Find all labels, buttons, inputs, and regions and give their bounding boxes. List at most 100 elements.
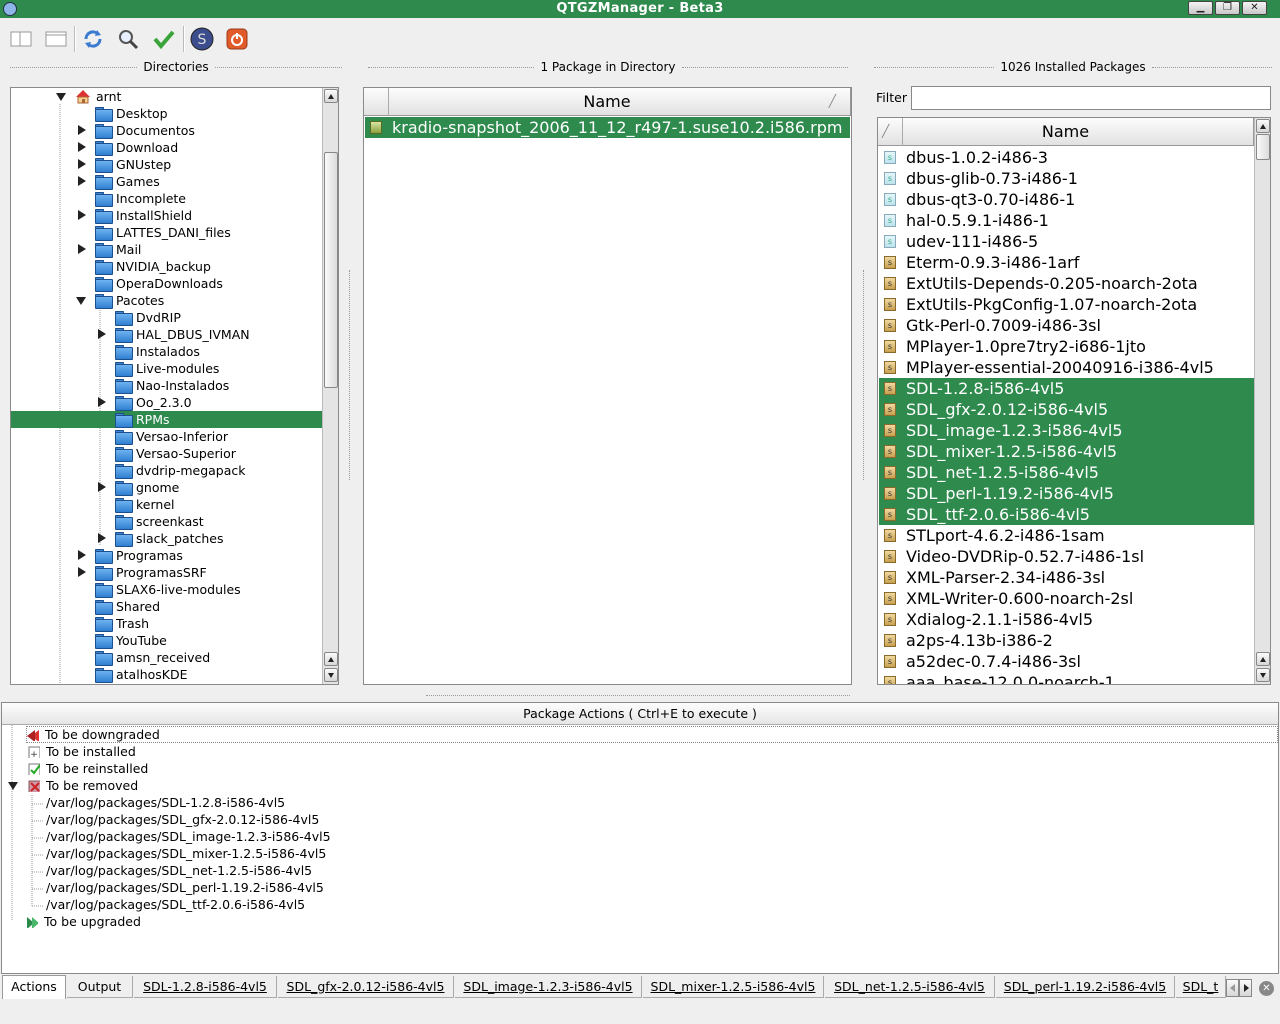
tab-actions[interactable]: Actions	[2, 975, 66, 999]
execute-actions-button[interactable]	[149, 24, 179, 54]
remove-item[interactable]: /var/log/packages/SDL-1.2.8-i586-4vl5	[46, 794, 285, 811]
tab-output[interactable]: Output	[67, 976, 133, 998]
installed-package-row[interactable]: s STLport-4.6.2-i486-1sam	[879, 525, 1254, 546]
splitter-handle-2[interactable]	[863, 270, 864, 480]
tree-item-dvdrip[interactable]: DvdRIP	[11, 309, 323, 326]
tab-package-info[interactable]: SDL_gfx-2.0.12-i586-4vl5	[278, 976, 454, 998]
tree-item-dvdrip-megapack[interactable]: dvdrip-megapack	[11, 462, 323, 479]
tree-item-pacotes[interactable]: Pacotes	[11, 292, 323, 309]
close-button[interactable]: ✕	[1242, 1, 1267, 15]
close-tab-icon[interactable]: ✕	[1259, 981, 1274, 996]
installed-scroll-up-button[interactable]	[1256, 119, 1270, 133]
tree-item-mail[interactable]: Mail	[11, 241, 323, 258]
remove-item[interactable]: /var/log/packages/SDL_mixer-1.2.5-i586-4…	[46, 845, 326, 862]
group-remove[interactable]: To be removed	[8, 777, 138, 794]
maximize-button[interactable]: ❐	[1215, 1, 1240, 15]
collapsed-arrow-icon[interactable]	[78, 176, 86, 186]
installed-package-row[interactable]: s udev-111-i486-5	[879, 231, 1254, 252]
tree-item-programassrf[interactable]: ProgramasSRF	[11, 564, 323, 581]
group-reinstall[interactable]: To be reinstalled	[28, 760, 148, 777]
installed-package-row[interactable]: s Xdialog-2.1.1-i586-4vl5	[879, 609, 1254, 630]
collapsed-arrow-icon[interactable]	[78, 244, 86, 254]
tab-package-info[interactable]: SDL_t	[1176, 976, 1226, 998]
installed-scroll-down-button[interactable]	[1256, 668, 1270, 682]
tree-item-shared[interactable]: Shared	[11, 598, 323, 615]
installed-package-row[interactable]: s MPlayer-essential-20040916-i386-4vl5	[879, 357, 1254, 378]
collapsed-arrow-icon[interactable]	[78, 125, 86, 135]
collapsed-arrow-icon[interactable]	[98, 533, 106, 543]
tree-item-screenkast[interactable]: screenkast	[11, 513, 323, 530]
remove-item[interactable]: /var/log/packages/SDL_image-1.2.3-i586-4…	[46, 828, 331, 845]
group-downgrade[interactable]: To be downgraded	[26, 726, 1278, 743]
tree-item-programas[interactable]: Programas	[11, 547, 323, 564]
installed-package-row[interactable]: s SDL_mixer-1.2.5-i586-4vl5	[879, 441, 1254, 462]
package-actions-panel[interactable]: Package Actions ( Ctrl+E to execute ) To…	[1, 702, 1279, 974]
tree-item-incomplete[interactable]: Incomplete	[11, 190, 323, 207]
tree-item-trash[interactable]: Trash	[11, 615, 323, 632]
directory-packages-list[interactable]: Name ╱ kradio-snapshot_2006_11_12_r497-1…	[363, 87, 852, 685]
tree-item-nao-instalados[interactable]: Nao-Instalados	[11, 377, 323, 394]
installed-package-row[interactable]: s SDL_net-1.2.5-i586-4vl5	[879, 462, 1254, 483]
collapsed-arrow-icon[interactable]	[98, 397, 106, 407]
scroll-up-button-bottom[interactable]	[324, 652, 338, 666]
tree-item-atalhoskde[interactable]: atalhosKDE	[11, 666, 323, 683]
tree-item-rpms[interactable]: RPMs	[11, 411, 323, 428]
installed-package-row[interactable]: s SDL_image-1.2.3-i586-4vl5	[879, 420, 1254, 441]
installed-package-row[interactable]: s Eterm-0.9.3-i486-1arf	[879, 252, 1254, 273]
installed-package-row[interactable]: s SDL_perl-1.19.2-i586-4vl5	[879, 483, 1254, 504]
tree-item-lattes-dani-files[interactable]: LATTES_DANI_files	[11, 224, 323, 241]
tab-package-info[interactable]: SDL_image-1.2.3-i586-4vl5	[455, 976, 642, 998]
open-directory-view-button[interactable]	[6, 24, 36, 54]
installed-package-row[interactable]: s a52dec-0.7.4-i486-3sl	[879, 651, 1254, 672]
installed-package-row[interactable]: s dbus-qt3-0.70-i486-1	[879, 189, 1254, 210]
installed-package-row[interactable]: s ExtUtils-Depends-0.205-noarch-2ota	[879, 273, 1254, 294]
tree-item-operadownloads[interactable]: OperaDownloads	[11, 275, 323, 292]
filter-input[interactable]	[911, 86, 1271, 110]
horizontal-splitter[interactable]	[426, 695, 850, 696]
installed-package-row[interactable]: s ExtUtils-PkgConfig-1.07-noarch-2ota	[879, 294, 1254, 315]
installed-name-column-header[interactable]: ╱ Name	[878, 118, 1254, 146]
collapsed-arrow-icon[interactable]	[78, 159, 86, 169]
splitter-handle[interactable]	[349, 270, 350, 480]
tree-item-slax6-live-modules[interactable]: SLAX6-live-modules	[11, 581, 323, 598]
installed-package-row[interactable]: s dbus-glib-0.73-i486-1	[879, 168, 1254, 189]
tab-scroll-left-button[interactable]	[1226, 979, 1239, 997]
installed-scroll-up-button-bottom[interactable]	[1256, 652, 1270, 666]
name-column-header[interactable]: Name ╱	[364, 88, 851, 116]
installed-package-row[interactable]: s a2ps-4.13b-i386-2	[879, 630, 1254, 651]
tree-item-installshield[interactable]: InstallShield	[11, 207, 323, 224]
tree-item-nvidia-backup[interactable]: NVIDIA_backup	[11, 258, 323, 275]
installed-scroll-thumb[interactable]	[1256, 134, 1270, 160]
installed-package-row[interactable]: s dbus-1.0.2-i486-3	[879, 147, 1254, 168]
collapsed-arrow-icon[interactable]	[78, 142, 86, 152]
collapsed-arrow-icon[interactable]	[78, 550, 86, 560]
tree-item-games[interactable]: Games	[11, 173, 323, 190]
tree-item-desktop[interactable]: Desktop	[11, 105, 323, 122]
remove-item[interactable]: /var/log/packages/SDL_gfx-2.0.12-i586-4v…	[46, 811, 319, 828]
directory-tree[interactable]: arnt Desktop Documentos Download GNUstep Game…	[10, 87, 339, 685]
minimize-button[interactable]: ▁	[1188, 1, 1213, 15]
scroll-up-button[interactable]	[324, 89, 338, 103]
tree-item-slack-patches[interactable]: slack_patches	[11, 530, 323, 547]
find-button[interactable]	[113, 24, 143, 54]
collapsed-arrow-icon[interactable]	[98, 482, 106, 492]
tree-item-instalados[interactable]: Instalados	[11, 343, 323, 360]
tree-item-kernel[interactable]: kernel	[11, 496, 323, 513]
remove-item[interactable]: /var/log/packages/SDL_net-1.2.5-i586-4vl…	[46, 862, 312, 879]
scroll-thumb[interactable]	[324, 152, 338, 388]
installed-package-row[interactable]: s SDL-1.2.8-i586-4vl5	[879, 378, 1254, 399]
tree-item-versao-superior[interactable]: Versao-Superior	[11, 445, 323, 462]
tree-root[interactable]: arnt	[11, 88, 323, 105]
group-upgrade[interactable]: To be upgraded	[26, 913, 141, 930]
list-item[interactable]: kradio-snapshot_2006_11_12_r497-1.suse10…	[365, 117, 850, 138]
tree-item-oo-2-3-0[interactable]: Oo_2.3.0	[11, 394, 323, 411]
refresh-button[interactable]	[78, 24, 108, 54]
installed-package-row[interactable]: s XML-Parser-2.34-i486-3sl	[879, 567, 1254, 588]
installed-package-row[interactable]: s Video-DVDRip-0.52.7-i486-1sl	[879, 546, 1254, 567]
tree-item-download[interactable]: Download	[11, 139, 323, 156]
quit-button[interactable]	[222, 24, 252, 54]
scroll-down-button[interactable]	[324, 668, 338, 682]
tree-scrollbar[interactable]	[322, 88, 338, 684]
tree-item-versao-inferior[interactable]: Versao-Inferior	[11, 428, 323, 445]
collapsed-arrow-icon[interactable]	[98, 329, 106, 339]
